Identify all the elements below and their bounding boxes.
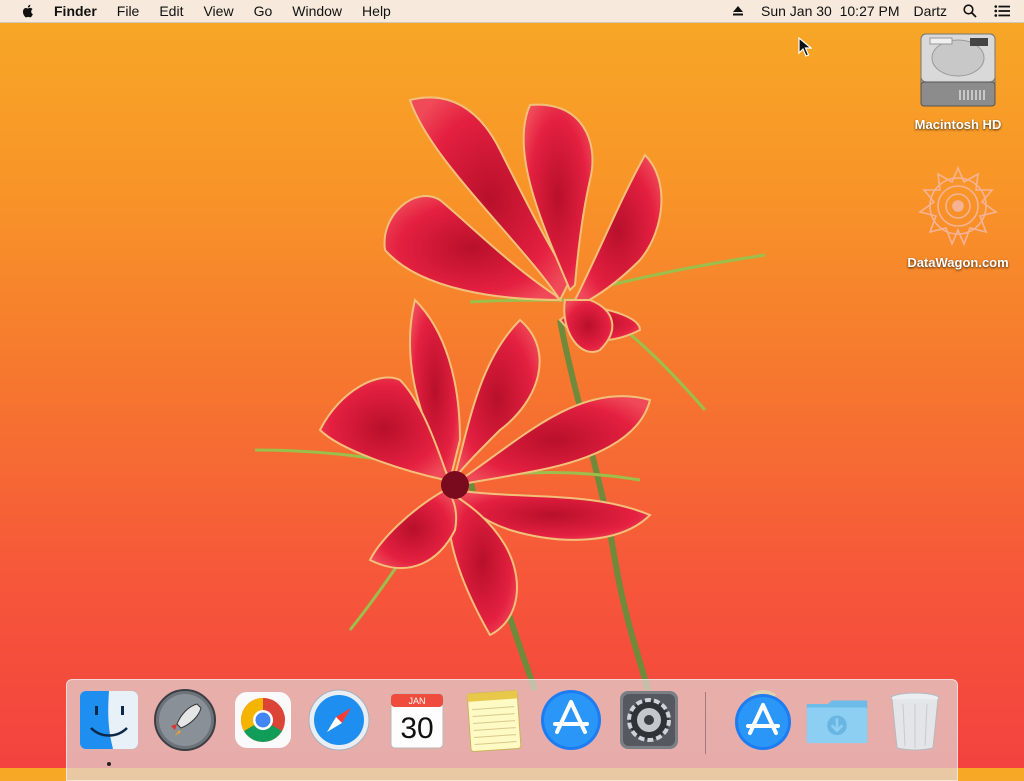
desktop-wallpaper	[254, 96, 766, 692]
desktop-icon-macintosh-hd[interactable]: Macintosh HD	[898, 28, 1018, 132]
menu-go[interactable]: Go	[244, 0, 283, 22]
menu-user[interactable]: Dartz	[907, 0, 954, 22]
dock-system-preferences[interactable]	[617, 688, 681, 752]
dock-calendar[interactable]: JAN 30	[385, 688, 449, 752]
mandala-disk-icon	[918, 165, 998, 247]
calendar-month: JAN	[408, 696, 425, 706]
running-indicator	[107, 762, 111, 766]
menu-edit[interactable]: Edit	[149, 0, 193, 22]
launchpad-icon	[154, 689, 216, 751]
desktop-icon-label: Macintosh HD	[914, 117, 1002, 132]
dock: JAN 30	[66, 679, 958, 781]
calendar-day: 30	[400, 712, 433, 745]
finder-icon	[80, 691, 138, 749]
eject-icon[interactable]	[730, 3, 746, 19]
hard-drive-icon	[920, 33, 996, 107]
dock-chrome[interactable]	[231, 688, 295, 752]
dock-launchpad[interactable]	[153, 688, 217, 752]
notes-icon	[466, 690, 522, 753]
menu-app-finder[interactable]: Finder	[54, 0, 107, 22]
app-store-icon	[541, 690, 601, 750]
desktop-icon-datawagon[interactable]: DataWagon.com	[898, 165, 1018, 270]
dock-separator	[705, 692, 706, 754]
chrome-icon	[235, 692, 291, 748]
spotlight-search-icon[interactable]	[962, 3, 978, 19]
dock-trash[interactable]	[883, 688, 947, 752]
calendar-icon: JAN 30	[390, 693, 444, 749]
dock-downloads[interactable]	[805, 688, 869, 752]
menu-file[interactable]: File	[107, 0, 150, 22]
apple-icon[interactable]	[20, 3, 36, 19]
dock-app-store[interactable]	[539, 688, 603, 752]
mouse-cursor-icon	[798, 37, 812, 57]
menu-clock[interactable]: Sun Jan 30 10:27 PM	[754, 0, 907, 22]
menu-help[interactable]: Help	[352, 0, 401, 22]
desktop-icon-label: DataWagon.com	[907, 255, 1009, 270]
dock-notes[interactable]	[463, 688, 527, 753]
menu-bar: Finder File Edit View Go Window Help Sun…	[0, 0, 1024, 23]
dock-safari[interactable]	[307, 688, 371, 752]
trash-icon	[890, 692, 940, 751]
menu-view[interactable]: View	[193, 0, 243, 22]
dock-finder[interactable]	[77, 688, 141, 752]
system-preferences-icon	[620, 691, 678, 749]
status-area: Sun Jan 30 10:27 PM Dartz	[722, 0, 1024, 22]
notification-center-icon[interactable]	[994, 3, 1010, 19]
safari-icon	[308, 689, 370, 751]
downloads-folder-icon	[806, 700, 868, 744]
dock-app-store-download[interactable]	[731, 688, 795, 752]
menu-window[interactable]: Window	[282, 0, 352, 22]
app-store-download-icon	[735, 690, 791, 750]
